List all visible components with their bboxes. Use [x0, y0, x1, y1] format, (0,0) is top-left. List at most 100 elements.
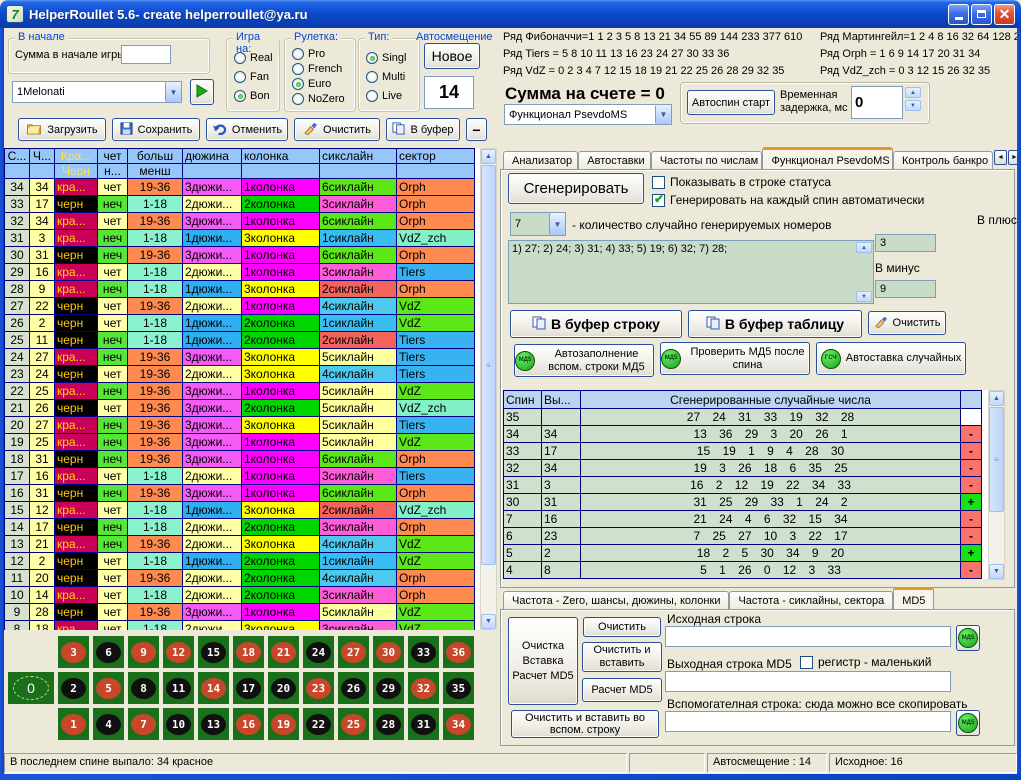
checkbox-show-status[interactable]: Показывать в строке статуса — [652, 175, 831, 189]
column-header[interactable]: Ч... — [30, 149, 55, 164]
count-combobox[interactable]: 7 ▼ — [510, 212, 566, 236]
board-cell-1[interactable]: 1 — [58, 708, 89, 740]
autoshift-value[interactable]: 14 — [424, 76, 474, 109]
md5-source-calc-button[interactable]: МД5 — [956, 625, 980, 651]
column-header[interactable] — [397, 164, 475, 179]
table-row[interactable]: 303131 25 29 33 1 24 2+ — [504, 494, 982, 511]
radio-icon[interactable] — [234, 71, 246, 83]
column-header[interactable]: больш — [128, 149, 183, 164]
column-header[interactable]: Кра... — [55, 149, 98, 164]
chevron-down-icon[interactable]: ▼ — [165, 82, 181, 102]
board-cell-20[interactable]: 20 — [268, 672, 299, 704]
board-cell-16[interactable]: 16 — [233, 708, 264, 740]
radio-icon[interactable] — [292, 48, 304, 60]
board-cell-21[interactable]: 21 — [268, 636, 299, 668]
spinner-up-icon[interactable]: ▲ — [905, 87, 921, 98]
table-row[interactable]: 71621 24 4 6 32 15 34- — [504, 511, 982, 528]
md5-output-input[interactable] — [665, 671, 951, 692]
maximize-button[interactable] — [971, 4, 992, 25]
scroll-down-icon[interactable]: ▼ — [989, 564, 1004, 579]
column-header[interactable]: Сгенерированные случайные числа — [581, 391, 961, 409]
radio-icon[interactable] — [366, 71, 378, 83]
toolbar-minus-button[interactable]: − — [466, 118, 487, 141]
table-row[interactable]: 1014кра...чет1-182дюжи...2колонка3сиклай… — [5, 587, 475, 604]
md5-aux-calc-button[interactable]: МД5 — [956, 710, 980, 736]
textarea-scroll-down-icon[interactable]: ▼ — [856, 291, 872, 302]
table-row[interactable]: 928чернчет19-363дюжи...1колонка5сиклайнV… — [5, 604, 475, 621]
md5-calc-button[interactable]: Расчет MD5 — [582, 678, 662, 702]
board-cell-4[interactable]: 4 — [93, 708, 124, 740]
spins-table[interactable]: С...Ч...Кра...четбольшдюжинаколонкасиксл… — [4, 148, 480, 630]
column-header[interactable] — [242, 164, 320, 179]
board-cell-18[interactable]: 18 — [233, 636, 264, 668]
column-header[interactable] — [183, 164, 242, 179]
radio-option-fan[interactable]: Fan — [234, 71, 269, 83]
checkbox-icon[interactable] — [652, 176, 665, 189]
board-cell-15[interactable]: 15 — [198, 636, 229, 668]
board-cell-22[interactable]: 22 — [303, 708, 334, 740]
column-header[interactable]: дюжина — [183, 149, 242, 164]
generated-table[interactable]: СпинВы...Сгенерированные случайные числа… — [503, 390, 988, 579]
md5-clear-paste-button[interactable]: Очистить и вставить — [582, 642, 662, 672]
column-header[interactable]: сикслайн — [320, 149, 397, 164]
checkbox-icon[interactable] — [800, 656, 813, 669]
checkbox-icon[interactable] — [652, 194, 665, 207]
table-row[interactable]: 1831черннеч19-363дюжи...1колонка6сиклайн… — [5, 451, 475, 468]
table-row[interactable]: 331715 19 1 9 4 28 30- — [504, 443, 982, 460]
board-cell-29[interactable]: 29 — [373, 672, 404, 704]
column-header[interactable]: С... — [5, 149, 30, 164]
table-row[interactable]: 313кра...неч1-181дюжи...3колонка1сиклайн… — [5, 230, 475, 247]
start-sum-input[interactable] — [121, 45, 171, 64]
column-header[interactable]: колонка — [242, 149, 320, 164]
md5-case-checkbox[interactable]: регистр - маленький — [800, 655, 931, 669]
radio-option-euro[interactable]: Euro — [292, 78, 331, 90]
md5-aux-input[interactable] — [665, 711, 951, 732]
board-cell-11[interactable]: 11 — [163, 672, 194, 704]
tab-5[interactable]: Контроль банкро — [893, 151, 993, 170]
table-row[interactable]: 818кра...чет1-182дюжи...3колонка3сиклайн… — [5, 621, 475, 631]
generated-table-scrollbar[interactable]: ▲ ≡ ▼ — [988, 390, 1005, 580]
radio-option-real[interactable]: Real — [234, 52, 273, 64]
tab-4[interactable]: Функционал PsevdoMS — [762, 147, 893, 170]
table-row[interactable]: 2916кра...чет1-182дюжи...1колонка3сиклай… — [5, 264, 475, 281]
radio-icon[interactable] — [292, 78, 304, 90]
radio-option-pro[interactable]: Pro — [292, 48, 325, 60]
table-row[interactable]: 3234кра...чет19-363дюжи...1колонка6сикла… — [5, 213, 475, 230]
radio-icon[interactable] — [234, 90, 246, 102]
tab-2[interactable]: Частота - сиклайны, сектора — [729, 591, 893, 610]
md5-source-input[interactable] — [665, 626, 951, 647]
radio-icon[interactable] — [366, 52, 378, 64]
board-cell-zero[interactable]: 0 — [8, 672, 54, 704]
board-cell-34[interactable]: 34 — [443, 708, 474, 740]
column-header[interactable]: Черн — [55, 164, 98, 179]
table-row[interactable]: 3434кра...чет19-363дюжи...1колонка6сикла… — [5, 179, 475, 196]
textarea-scroll-up-icon[interactable]: ▲ — [856, 242, 872, 253]
board-cell-27[interactable]: 27 — [338, 636, 369, 668]
board-cell-36[interactable]: 36 — [443, 636, 474, 668]
board-cell-19[interactable]: 19 — [268, 708, 299, 740]
board-cell-2[interactable]: 2 — [58, 672, 89, 704]
md5-clear-paste-aux-button[interactable]: Очистить и вставить во вспом. строку — [511, 710, 659, 738]
md5-clear-button[interactable]: Очистить — [583, 617, 661, 637]
buffer-row-button[interactable]: В буфер строку — [510, 310, 682, 338]
table-row[interactable]: 1417черннеч1-182дюжи...2колонка3сиклайнO… — [5, 519, 475, 536]
board-cell-17[interactable]: 17 — [233, 672, 264, 704]
board-cell-32[interactable]: 32 — [408, 672, 439, 704]
auto-bet-random-button[interactable]: ГСЧ Автоставка случайных — [816, 342, 966, 375]
table-row[interactable]: 1512кра...чет1-181дюжи...3колонка2сиклай… — [5, 502, 475, 519]
toolbar-undo-button[interactable]: Отменить — [206, 118, 288, 141]
column-header[interactable] — [320, 164, 397, 179]
md5-big-button[interactable]: Очистка Вставка Расчет MD5 — [508, 617, 578, 705]
table-row[interactable]: 2722чернчет19-362дюжи...1колонка4сиклайн… — [5, 298, 475, 315]
toolbar-save-button[interactable]: Сохранить — [112, 118, 200, 141]
column-header[interactable]: менш — [128, 164, 183, 179]
scrollbar-thumb[interactable]: ≡ — [989, 407, 1004, 512]
column-header[interactable]: Вы... — [542, 391, 581, 409]
board-cell-5[interactable]: 5 — [93, 672, 124, 704]
table-row[interactable]: 289кра...неч1-181дюжи...3колонка2сиклайн… — [5, 281, 475, 298]
radio-icon[interactable] — [292, 93, 304, 105]
board-cell-3[interactable]: 3 — [58, 636, 89, 668]
board-cell-24[interactable]: 24 — [303, 636, 334, 668]
preset-combobox[interactable]: 1Melonati ▼ — [12, 81, 182, 103]
autospin-start-button[interactable]: Автоспин старт — [687, 90, 775, 115]
